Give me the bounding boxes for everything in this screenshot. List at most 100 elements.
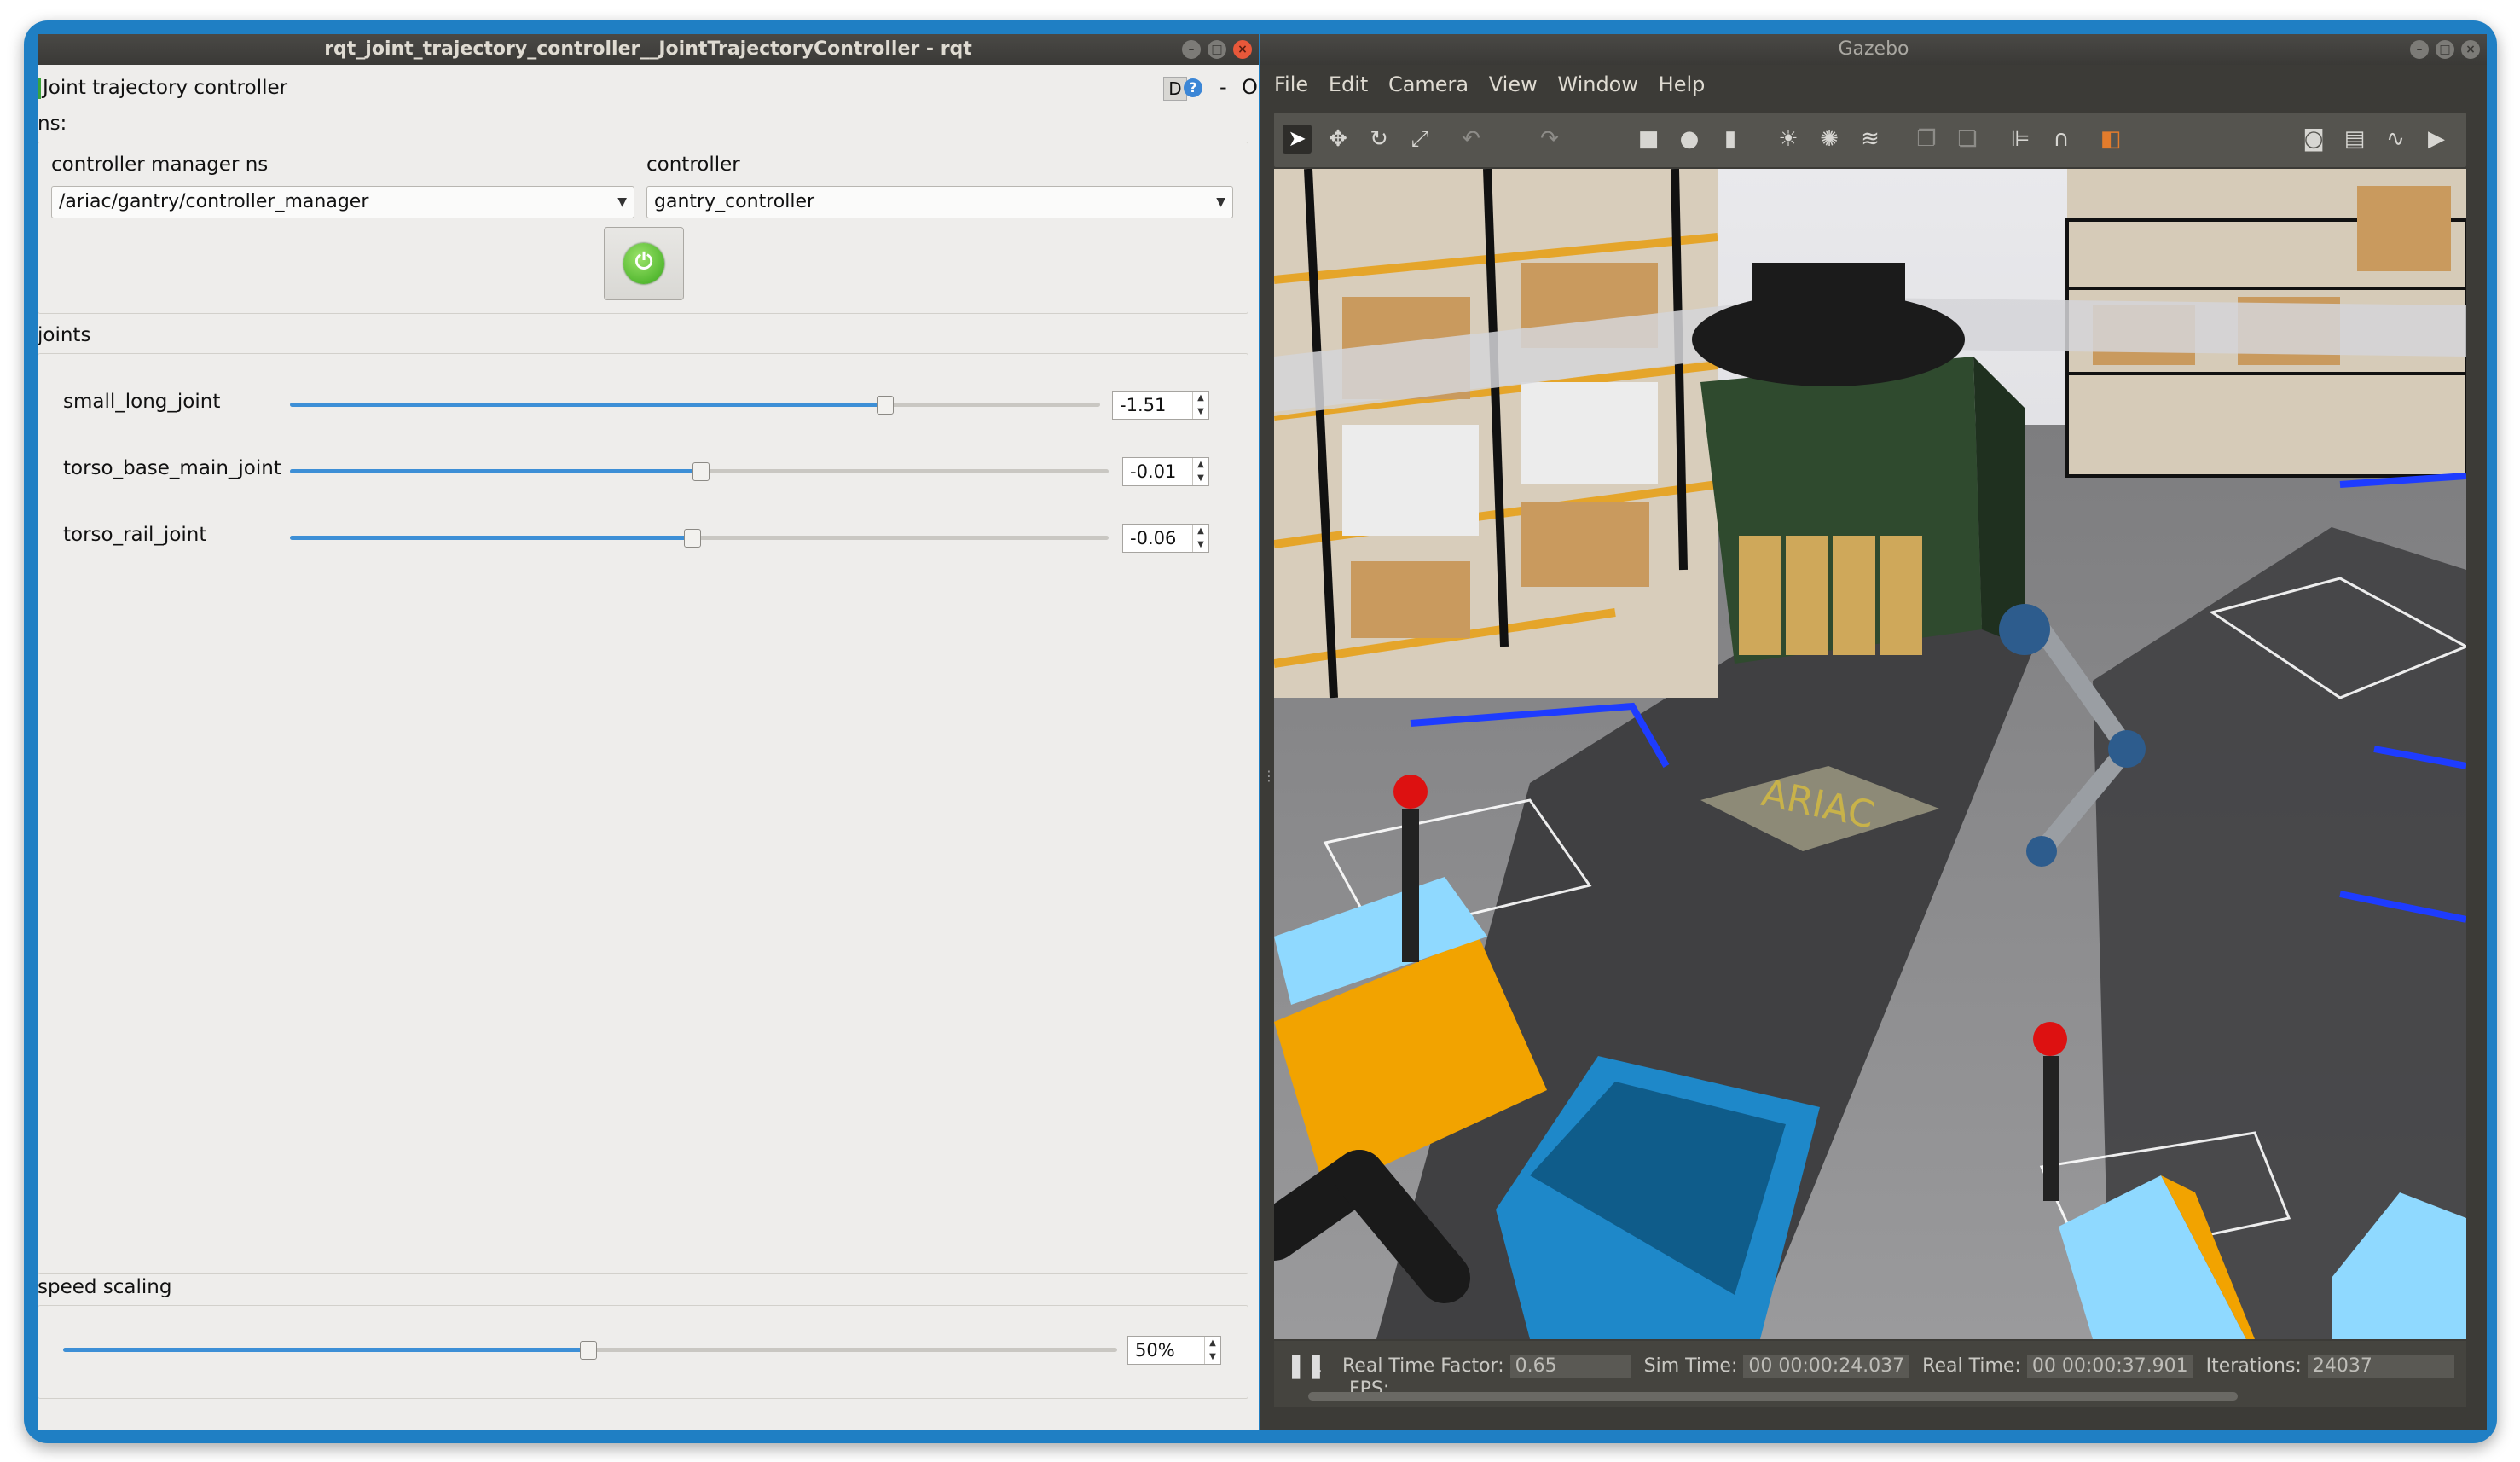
- maximize-icon[interactable]: □: [2436, 40, 2454, 59]
- spot-light-icon[interactable]: ✺: [1815, 125, 1844, 154]
- plugin-minimize-button[interactable]: -: [1219, 75, 1227, 99]
- speed-scaling-spinbox[interactable]: 50% ▲ ▼: [1127, 1336, 1221, 1365]
- snap-icon[interactable]: ∩: [2047, 125, 2076, 154]
- status-separator: .: [1317, 1356, 1323, 1378]
- joint-slider-fill: [290, 536, 692, 540]
- joint-value: -1.51: [1120, 395, 1167, 415]
- gazebo-window-title: Gazebo: [1838, 38, 1909, 60]
- joint-name: torso_base_main_joint: [63, 457, 281, 479]
- chevron-down-icon: ▼: [1216, 195, 1225, 209]
- speed-scaling-value: 50%: [1135, 1340, 1175, 1360]
- joint-slider[interactable]: [290, 529, 1109, 548]
- select-arrow-icon[interactable]: ➤: [1283, 125, 1312, 154]
- speed-scaling-slider[interactable]: [63, 1341, 1117, 1360]
- joint-slider-handle[interactable]: [692, 462, 710, 481]
- maximize-icon[interactable]: □: [1208, 40, 1226, 59]
- real-time-factor-label: Real Time Factor:: [1342, 1355, 1504, 1377]
- controller-manager-ns-label: controller manager ns: [51, 154, 269, 176]
- scale-icon[interactable]: ⤢: [1405, 125, 1434, 154]
- power-icon: ⏻: [623, 243, 664, 284]
- left-resize-grip-icon[interactable]: ⋮: [1262, 768, 1276, 784]
- spin-arrows-icon[interactable]: ▲ ▼: [1192, 525, 1208, 552]
- redo-icon[interactable]: ↷: [1535, 125, 1564, 154]
- ns-label: ns:: [38, 113, 67, 135]
- copy-icon[interactable]: ❐: [1912, 125, 1941, 154]
- close-icon[interactable]: ×: [1233, 40, 1252, 59]
- joint-spinbox[interactable]: -0.06 ▲ ▼: [1122, 524, 1209, 553]
- record-icon[interactable]: ▶: [2422, 125, 2451, 154]
- joint-slider-handle[interactable]: [877, 396, 894, 415]
- screenshot-icon[interactable]: ◙: [2299, 125, 2328, 154]
- menu-edit[interactable]: Edit: [1329, 65, 1368, 104]
- paste-icon[interactable]: ❏: [1953, 125, 1982, 154]
- real-time-value: 00 00:00:37.901: [2026, 1355, 2193, 1378]
- menu-view[interactable]: View: [1489, 65, 1538, 104]
- plugin-close-button[interactable]: O: [1242, 75, 1258, 99]
- cylinder-icon[interactable]: ▮: [1716, 125, 1745, 154]
- log-icon[interactable]: ▤: [2340, 125, 2369, 154]
- joint-spinbox[interactable]: -1.51 ▲ ▼: [1112, 391, 1209, 420]
- joint-name: torso_rail_joint: [63, 524, 207, 546]
- joint-slider[interactable]: [290, 396, 1100, 415]
- directional-light-icon[interactable]: ≋: [1856, 125, 1885, 154]
- controller-manager-ns-combo[interactable]: /ariac/gantry/controller_manager ▼: [51, 186, 634, 218]
- joint-slider-handle[interactable]: [684, 529, 701, 548]
- joint-slider-fill: [290, 403, 882, 407]
- help-icon[interactable]: ?: [1184, 78, 1202, 97]
- speed-scaling-group: [38, 1305, 1248, 1399]
- gazebo-titlebar[interactable]: Gazebo – □ ×: [1260, 34, 2487, 65]
- chevron-down-icon: ▼: [617, 195, 627, 209]
- menu-help[interactable]: Help: [1659, 65, 1706, 104]
- joint-value: -0.01: [1130, 461, 1177, 482]
- sim-time-label: Sim Time:: [1643, 1355, 1738, 1377]
- warehouse-scene: ARIAC: [1274, 169, 2466, 1339]
- view-angle-icon[interactable]: ◧: [2096, 125, 2125, 154]
- joint-value: -0.06: [1130, 528, 1177, 548]
- speed-scaling-fill: [63, 1348, 590, 1352]
- sim-time-value: 00 00:00:24.037: [1743, 1355, 1910, 1378]
- joint-slider[interactable]: [290, 462, 1109, 481]
- controller-manager-ns-value: /ariac/gantry/controller_manager: [59, 191, 369, 212]
- rqt-titlebar[interactable]: rqt_joint_trajectory_controller__JointTr…: [38, 34, 1259, 65]
- rqt-window-title: rqt_joint_trajectory_controller__JointTr…: [324, 38, 972, 60]
- gazebo-window: Gazebo – □ × File Edit Camera View Windo…: [1260, 34, 2487, 1430]
- gazebo-statusbar: ❚❚ . Real Time Factor: 0.65 Sim Time: 00…: [1274, 1341, 2466, 1407]
- controller-label: controller: [646, 154, 740, 176]
- plot-icon[interactable]: ∿: [2381, 125, 2410, 154]
- joint-name: small_long_joint: [63, 391, 221, 413]
- minimize-icon[interactable]: –: [2410, 40, 2429, 59]
- joints-group: [38, 353, 1248, 1274]
- rotate-icon[interactable]: ↻: [1364, 125, 1393, 154]
- close-icon[interactable]: ×: [2461, 40, 2480, 59]
- gazebo-menubar: File Edit Camera View Window Help: [1260, 65, 2487, 104]
- controller-power-button[interactable]: ⏻: [604, 227, 684, 300]
- rqt-window: rqt_joint_trajectory_controller__JointTr…: [38, 34, 1259, 1430]
- spin-arrows-icon[interactable]: ▲ ▼: [1192, 458, 1208, 485]
- joint-spinbox[interactable]: -0.01 ▲ ▼: [1122, 457, 1209, 486]
- box-icon[interactable]: ■: [1634, 125, 1663, 154]
- align-icon[interactable]: ⊫: [2006, 125, 2035, 154]
- gazebo-toolbar: ➤ ✥ ↻ ⤢ ↶ ↷ ■ ● ▮ ☀ ✺ ≋ ❐ ❏ ⊫ ∩ ◧ ◙ ▤ ∿ …: [1274, 113, 2466, 167]
- real-time-factor-value: 0.65: [1509, 1355, 1631, 1378]
- horizontal-scrollbar[interactable]: [1308, 1392, 2238, 1401]
- sphere-icon[interactable]: ●: [1675, 125, 1704, 154]
- spin-arrows-icon[interactable]: ▲ ▼: [1204, 1337, 1220, 1364]
- speed-scaling-label: speed scaling: [38, 1276, 172, 1298]
- translate-icon[interactable]: ✥: [1324, 125, 1353, 154]
- iterations-label: Iterations:: [2205, 1355, 2302, 1377]
- menu-file[interactable]: File: [1274, 65, 1308, 104]
- speed-scaling-handle[interactable]: [580, 1341, 597, 1360]
- menu-camera[interactable]: Camera: [1388, 65, 1469, 104]
- plugin-title: Joint trajectory controller: [43, 77, 288, 99]
- undo-icon[interactable]: ↶: [1457, 125, 1486, 154]
- controller-value: gantry_controller: [654, 191, 815, 212]
- controller-combo[interactable]: gantry_controller ▼: [646, 186, 1233, 218]
- spin-arrows-icon[interactable]: ▲ ▼: [1192, 392, 1208, 419]
- plugin-indicator: [38, 78, 41, 99]
- iterations-value: 24037: [2307, 1355, 2454, 1378]
- point-light-icon[interactable]: ☀: [1774, 125, 1803, 154]
- menu-window[interactable]: Window: [1557, 65, 1638, 104]
- gazebo-3d-viewport[interactable]: ARIAC: [1274, 169, 2466, 1339]
- minimize-icon[interactable]: –: [1182, 40, 1201, 59]
- joint-slider-fill: [290, 469, 699, 473]
